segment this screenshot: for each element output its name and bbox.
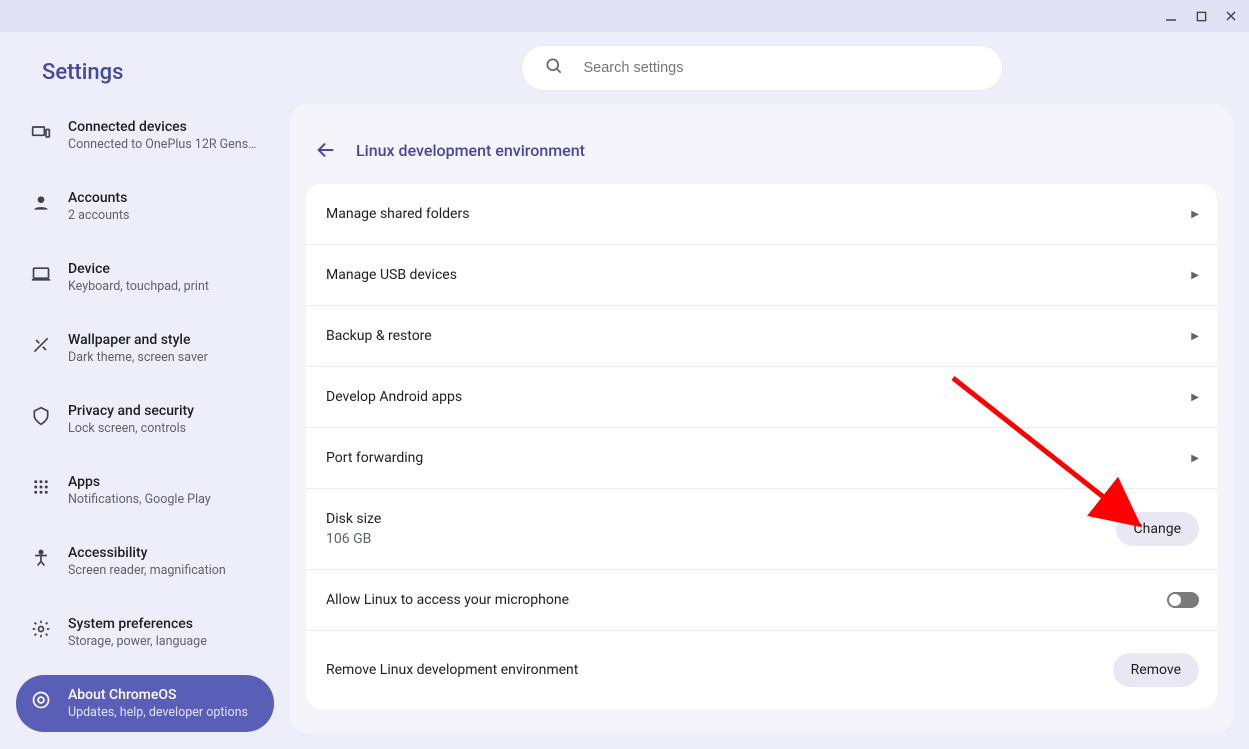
row-disk-size: Disk size 106 GB Change	[306, 489, 1217, 570]
sidebar-item-sub: Storage, power, language	[68, 634, 207, 649]
chrome-icon	[30, 689, 52, 711]
search-bar[interactable]	[522, 46, 1002, 90]
sidebar-item-apps[interactable]: Apps Notifications, Google Play	[16, 462, 274, 519]
chevron-right-icon: ▶	[1191, 331, 1199, 342]
sidebar-item-sub: Keyboard, touchpad, print	[68, 279, 209, 294]
sidebar-item-accessibility[interactable]: Accessibility Screen reader, magnificati…	[16, 533, 274, 590]
devices-icon	[30, 121, 52, 143]
row-microphone: Allow Linux to access your microphone	[306, 570, 1217, 631]
disk-size-value: 106 GB	[326, 531, 381, 547]
sidebar-item-label: Apps	[68, 474, 211, 490]
sidebar-item-sub: Dark theme, screen saver	[68, 350, 208, 365]
search-input[interactable]	[584, 60, 980, 76]
sidebar-item-sub: 2 accounts	[68, 208, 129, 223]
remove-button[interactable]: Remove	[1113, 653, 1199, 687]
sidebar-item-sub: Updates, help, developer options	[68, 705, 248, 720]
sidebar-item-label: Accounts	[68, 190, 129, 206]
row-label: Backup & restore	[326, 328, 432, 344]
chevron-right-icon: ▶	[1191, 453, 1199, 464]
sidebar-item-accounts[interactable]: Accounts 2 accounts	[16, 178, 274, 235]
row-usb-devices[interactable]: Manage USB devices ▶	[306, 245, 1217, 306]
sidebar-item-label: About ChromeOS	[68, 687, 248, 703]
sidebar-item-privacy[interactable]: Privacy and security Lock screen, contro…	[16, 391, 274, 448]
row-label: Port forwarding	[326, 450, 423, 466]
sidebar-item-sub: Lock screen, controls	[68, 421, 194, 436]
sidebar-item-label: Wallpaper and style	[68, 332, 208, 348]
microphone-toggle[interactable]	[1167, 592, 1199, 608]
sidebar-item-sub: Screen reader, magnification	[68, 563, 226, 578]
row-label: Remove Linux development environment	[326, 662, 578, 678]
style-icon	[30, 334, 52, 356]
row-backup-restore[interactable]: Backup & restore ▶	[306, 306, 1217, 367]
row-label: Disk size	[326, 511, 381, 527]
laptop-icon	[30, 263, 52, 285]
account-icon	[30, 192, 52, 214]
gear-icon	[30, 618, 52, 640]
minimize-icon[interactable]	[1163, 8, 1179, 24]
window-titlebar	[0, 0, 1249, 32]
sidebar-item-label: Privacy and security	[68, 403, 194, 419]
sidebar-item-label: Device	[68, 261, 209, 277]
chevron-right-icon: ▶	[1191, 209, 1199, 220]
chevron-right-icon: ▶	[1191, 270, 1199, 281]
sidebar-item-wallpaper[interactable]: Wallpaper and style Dark theme, screen s…	[16, 320, 274, 377]
shield-icon	[30, 405, 52, 427]
row-remove-linux: Remove Linux development environment Rem…	[306, 631, 1217, 709]
sidebar-item-about[interactable]: About ChromeOS Updates, help, developer …	[16, 675, 274, 732]
row-label: Allow Linux to access your microphone	[326, 592, 569, 608]
sidebar-item-label: Accessibility	[68, 545, 226, 561]
sidebar-item-system[interactable]: System preferences Storage, power, langu…	[16, 604, 274, 661]
row-port-forwarding[interactable]: Port forwarding ▶	[306, 428, 1217, 489]
maximize-icon[interactable]	[1193, 8, 1209, 24]
sidebar-item-sub: Notifications, Google Play	[68, 492, 211, 507]
row-shared-folders[interactable]: Manage shared folders ▶	[306, 184, 1217, 245]
sidebar-item-connected-devices[interactable]: Connected devices Connected to OnePlus 1…	[16, 107, 274, 164]
sidebar-item-label: Connected devices	[68, 119, 257, 135]
sidebar-item-sub: Connected to OnePlus 12R Gens…	[68, 137, 257, 152]
sidebar-item-label: System preferences	[68, 616, 207, 632]
close-icon[interactable]	[1223, 8, 1239, 24]
change-button[interactable]: Change	[1116, 512, 1199, 546]
content-card: Linux development environment Manage sha…	[290, 104, 1233, 733]
row-android-apps[interactable]: Develop Android apps ▶	[306, 367, 1217, 428]
page-title: Linux development environment	[356, 141, 585, 160]
row-label: Develop Android apps	[326, 389, 462, 405]
sidebar-item-device[interactable]: Device Keyboard, touchpad, print	[16, 249, 274, 306]
back-button[interactable]	[314, 138, 338, 162]
app-title: Settings	[16, 50, 274, 107]
search-icon	[544, 56, 564, 80]
row-label: Manage USB devices	[326, 267, 457, 283]
row-label: Manage shared folders	[326, 206, 469, 222]
settings-list: Manage shared folders ▶ Manage USB devic…	[306, 184, 1217, 709]
apps-icon	[30, 476, 52, 498]
chevron-right-icon: ▶	[1191, 392, 1199, 403]
accessibility-icon	[30, 547, 52, 569]
sidebar: Settings Connected devices Connected to …	[0, 32, 290, 749]
